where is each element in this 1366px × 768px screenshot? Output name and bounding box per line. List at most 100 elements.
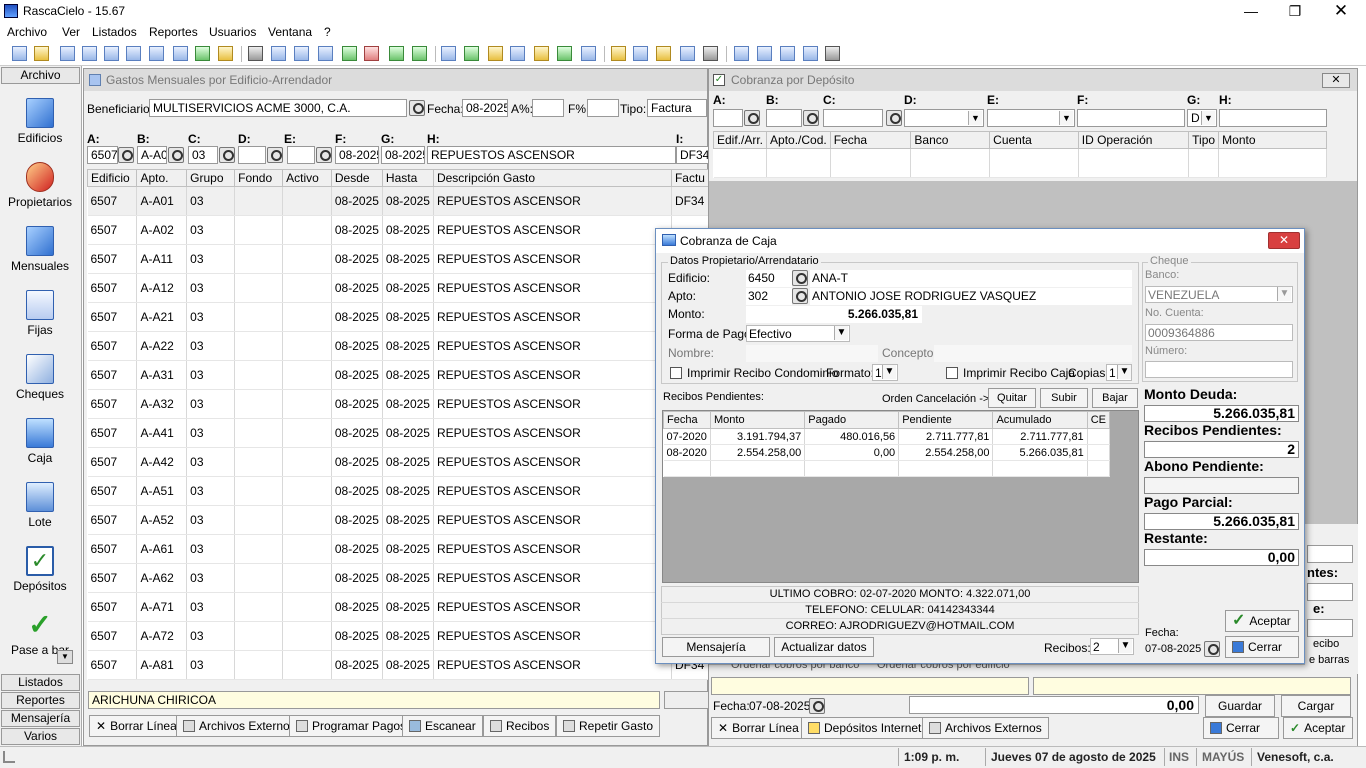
search-icon[interactable]: [409, 100, 425, 116]
imprimir-condominio-checkbox[interactable]: [670, 367, 682, 379]
sidebar-item-edificios[interactable]: Edificios: [2, 98, 78, 145]
table-row[interactable]: 6507 A-A22 03 08-2025 08-2025 REPUESTOS ASCEN…: [87, 331, 710, 361]
toolbar-mail-icon[interactable]: [680, 46, 695, 61]
footer-text-field[interactable]: ARICHUNA CHIRICOA: [88, 691, 660, 709]
toolbar-keyboard-icon[interactable]: [825, 46, 840, 61]
toolbar-sheet-icon[interactable]: [757, 46, 772, 61]
toolbar-file-icon[interactable]: [803, 46, 818, 61]
toolbar-list-icon[interactable]: [248, 46, 263, 61]
filter-h-input[interactable]: REPUESTOS ASCENSOR: [427, 146, 676, 164]
actualizar-datos-button[interactable]: Actualizar datos: [774, 637, 874, 657]
table-row[interactable]: 6507 A-A42 03 08-2025 08-2025 REPUESTOS ASCEN…: [87, 447, 710, 477]
close-icon[interactable]: ✕: [1322, 73, 1350, 88]
column-header[interactable]: Acumulado: [992, 411, 1088, 429]
column-header[interactable]: Factu: [670, 169, 710, 187]
calendar-icon[interactable]: [886, 110, 902, 126]
toolbar-calculator-icon[interactable]: [703, 46, 718, 61]
toolbar-owners-icon[interactable]: [34, 46, 49, 61]
sidebar-item-propietarios[interactable]: Propietarios: [2, 162, 78, 209]
toolbar-grid-icon[interactable]: [488, 46, 503, 61]
toolbar-monthly-icon[interactable]: [60, 46, 75, 61]
toolbar-calc-icon[interactable]: [534, 46, 549, 61]
toolbar-export-icon[interactable]: [342, 46, 357, 61]
column-header[interactable]: ID Operación: [1077, 131, 1190, 149]
dep-right-field-2[interactable]: [1307, 583, 1353, 601]
menu-ventana[interactable]: Ventana: [268, 25, 312, 39]
dep-right-field-1[interactable]: [1307, 545, 1353, 563]
table-row[interactable]: 6507 A-A51 03 08-2025 08-2025 REPUESTOS ASCEN…: [87, 476, 710, 506]
calendar-icon[interactable]: [809, 698, 825, 714]
toolbar-money-icon[interactable]: [557, 46, 572, 61]
cuenta-field[interactable]: 0009364886: [1145, 324, 1293, 341]
sidebar-head-reportes[interactable]: Reportes: [1, 692, 80, 709]
pago-parcial-field[interactable]: 5.266.035,81: [1144, 513, 1299, 530]
table-row[interactable]: 6507 A-A21 03 08-2025 08-2025 REPUESTOS ASCEN…: [87, 302, 710, 332]
dep-filter-c-input[interactable]: [823, 109, 883, 127]
footer-side-field[interactable]: [664, 691, 709, 709]
chevron-down-icon[interactable]: ▼: [1117, 365, 1131, 379]
sidebar-item-fijas[interactable]: Fijas: [2, 290, 78, 337]
filter-d-input[interactable]: [238, 146, 266, 164]
menu-reportes[interactable]: Reportes: [149, 25, 198, 39]
table-row[interactable]: 6507 A-A01 03 08-2025 08-2025 REPUESTOS ASCEN…: [87, 186, 710, 216]
table-row[interactable]: 07-2020 3.191.794,37 480.016,56 2.711.777,8…: [663, 428, 1111, 445]
recibos-button[interactable]: Recibos: [483, 715, 557, 737]
dep-filter-a-input[interactable]: [713, 109, 743, 127]
column-header[interactable]: Apto./Cod.: [766, 131, 831, 149]
column-header[interactable]: Pagado: [804, 411, 900, 429]
toolbar-form-icon[interactable]: [581, 46, 596, 61]
mensajeria-button[interactable]: Mensajería: [662, 637, 770, 657]
beneficiario-field[interactable]: MULTISERVICIOS ACME 3000, C.A.: [149, 99, 407, 117]
chevron-down-icon[interactable]: ▼: [1059, 111, 1073, 125]
dep-filter-h-input[interactable]: [1219, 109, 1327, 127]
menu-listados[interactable]: Listados: [92, 25, 137, 39]
sidebar-item-caja[interactable]: Caja: [2, 418, 78, 465]
concepto-field[interactable]: [934, 345, 1132, 362]
minimize-icon[interactable]: —: [1228, 0, 1274, 22]
table-row[interactable]: 6507 A-A62 03 08-2025 08-2025 REPUESTOS ASCEN…: [87, 563, 710, 593]
filter-f-input[interactable]: 08-2025: [335, 146, 379, 164]
repetir-gasto-button[interactable]: Repetir Gasto: [556, 715, 661, 737]
dep-aceptar-button[interactable]: ✓ Aceptar: [1283, 717, 1353, 739]
menu-help[interactable]: ?: [324, 25, 331, 39]
table-row[interactable]: 6507 A-A81 03 08-2025 08-2025 REPUESTOS ASCEN…: [87, 650, 710, 680]
nombre-field[interactable]: [746, 345, 878, 362]
filter-g-input[interactable]: 08-2025: [381, 146, 425, 164]
search-icon[interactable]: [744, 110, 760, 126]
dep-fecha-value[interactable]: 07-08-2025: [749, 699, 810, 713]
a-pct-field[interactable]: [532, 99, 564, 117]
column-header[interactable]: Fecha: [663, 411, 711, 429]
column-header[interactable]: Activo: [282, 169, 332, 187]
filter-e-input[interactable]: [287, 146, 315, 164]
caja-fecha-value[interactable]: 07-08-2025: [1145, 643, 1201, 655]
toolbar-clock-icon[interactable]: [633, 46, 648, 61]
table-row[interactable]: [663, 460, 1111, 477]
toolbar-window-icon[interactable]: [780, 46, 795, 61]
table-row[interactable]: 6507 A-A32 03 08-2025 08-2025 REPUESTOS ASCEN…: [87, 389, 710, 419]
filter-b-input[interactable]: A-A0: [137, 146, 167, 164]
sidebar-item-cheques[interactable]: Cheques: [2, 354, 78, 401]
search-icon[interactable]: [118, 147, 134, 163]
borrar-linea-button[interactable]: ✕ Borrar Línea: [89, 715, 184, 737]
fecha-field[interactable]: 08-2025: [462, 99, 508, 117]
dep-filter-b-input[interactable]: [766, 109, 802, 127]
quitar-button[interactable]: Quitar: [988, 388, 1036, 408]
chevron-down-icon[interactable]: ▼: [882, 365, 896, 379]
sidebar-scroll-down-icon[interactable]: ▼: [57, 650, 73, 664]
column-header[interactable]: Fecha: [829, 131, 912, 149]
column-header[interactable]: CE: [1086, 411, 1111, 429]
sidebar-item-mensuales[interactable]: Mensuales: [2, 226, 78, 273]
toolbar-doc2-icon[interactable]: [318, 46, 333, 61]
imprimir-caja-checkbox[interactable]: [946, 367, 958, 379]
chevron-down-icon[interactable]: ▼: [968, 111, 982, 125]
table-row[interactable]: 6507 A-A72 03 08-2025 08-2025 REPUESTOS ASCEN…: [87, 621, 710, 651]
chevron-down-icon[interactable]: ▼: [834, 326, 848, 340]
toolbar-deposit-icon[interactable]: [173, 46, 188, 61]
cargar-button[interactable]: Cargar: [1281, 695, 1351, 717]
toolbar-card-icon[interactable]: [611, 46, 626, 61]
toolbar-doc-icon[interactable]: [294, 46, 309, 61]
table-row[interactable]: 6507 A-A41 03 08-2025 08-2025 REPUESTOS ASCEN…: [87, 418, 710, 448]
table-row[interactable]: 6507 A-A02 03 08-2025 08-2025 REPUESTOS ASCEN…: [87, 215, 710, 245]
table-row[interactable]: 6507 A-A52 03 08-2025 08-2025 REPUESTOS ASCEN…: [87, 505, 710, 535]
chevron-down-icon[interactable]: ▼: [1277, 287, 1291, 301]
